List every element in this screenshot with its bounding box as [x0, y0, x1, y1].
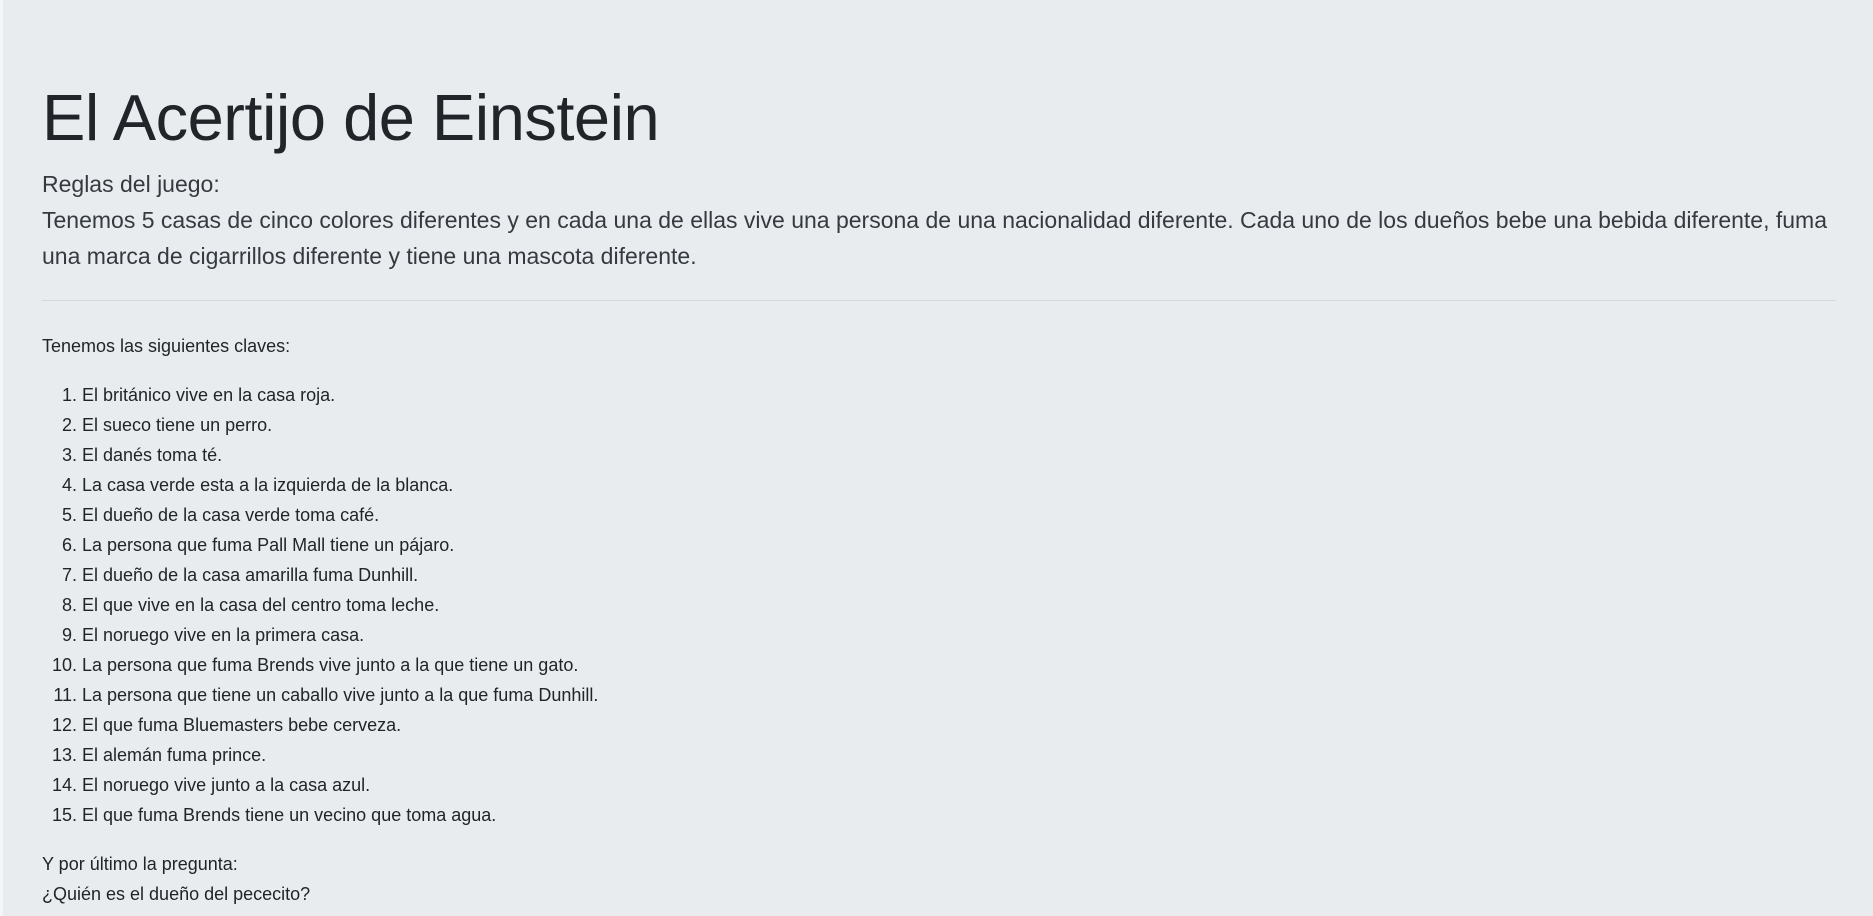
- clue-item: El sueco tiene un perro.: [82, 410, 1836, 440]
- clue-item: El noruego vive junto a la casa azul.: [82, 770, 1836, 800]
- clue-item: La casa verde esta a la izquierda de la …: [82, 470, 1836, 500]
- divider: [42, 300, 1836, 301]
- question-intro: Y por último la pregunta:: [42, 854, 238, 874]
- rules-text: Tenemos 5 casas de cinco colores diferen…: [42, 207, 1828, 269]
- clue-item: La persona que fuma Brends vive junto a …: [82, 650, 1836, 680]
- page-title: El Acertijo de Einstein: [42, 81, 660, 154]
- clues-list: El británico vive en la casa roja.El sue…: [42, 380, 1836, 830]
- clue-item: El que fuma Brends tiene un vecino que t…: [82, 800, 1836, 830]
- clue-item: El noruego vive en la primera casa.: [82, 620, 1836, 650]
- clue-item: La persona que fuma Pall Mall tiene un p…: [82, 530, 1836, 560]
- left-edge: [0, 0, 3, 916]
- question: ¿Quién es el dueño del pececito?: [42, 884, 311, 904]
- clue-item: La persona que tiene un caballo vive jun…: [82, 680, 1836, 710]
- clue-item: El danés toma té.: [82, 440, 1836, 470]
- clues-intro: Tenemos las siguientes claves:: [42, 336, 291, 356]
- rules-heading: Reglas del juego:: [42, 171, 220, 197]
- jumbotron: El Acertijo de Einstein Reglas del juego…: [0, 0, 1873, 909]
- clue-item: El que fuma Bluemasters bebe cerveza.: [82, 710, 1836, 740]
- clue-item: El británico vive en la casa roja.: [82, 380, 1836, 410]
- clue-item: El que vive en la casa del centro toma l…: [82, 590, 1836, 620]
- clue-item: El dueño de la casa amarilla fuma Dunhil…: [82, 560, 1836, 590]
- clue-item: El dueño de la casa verde toma café.: [82, 500, 1836, 530]
- clue-item: El alemán fuma prince.: [82, 740, 1836, 770]
